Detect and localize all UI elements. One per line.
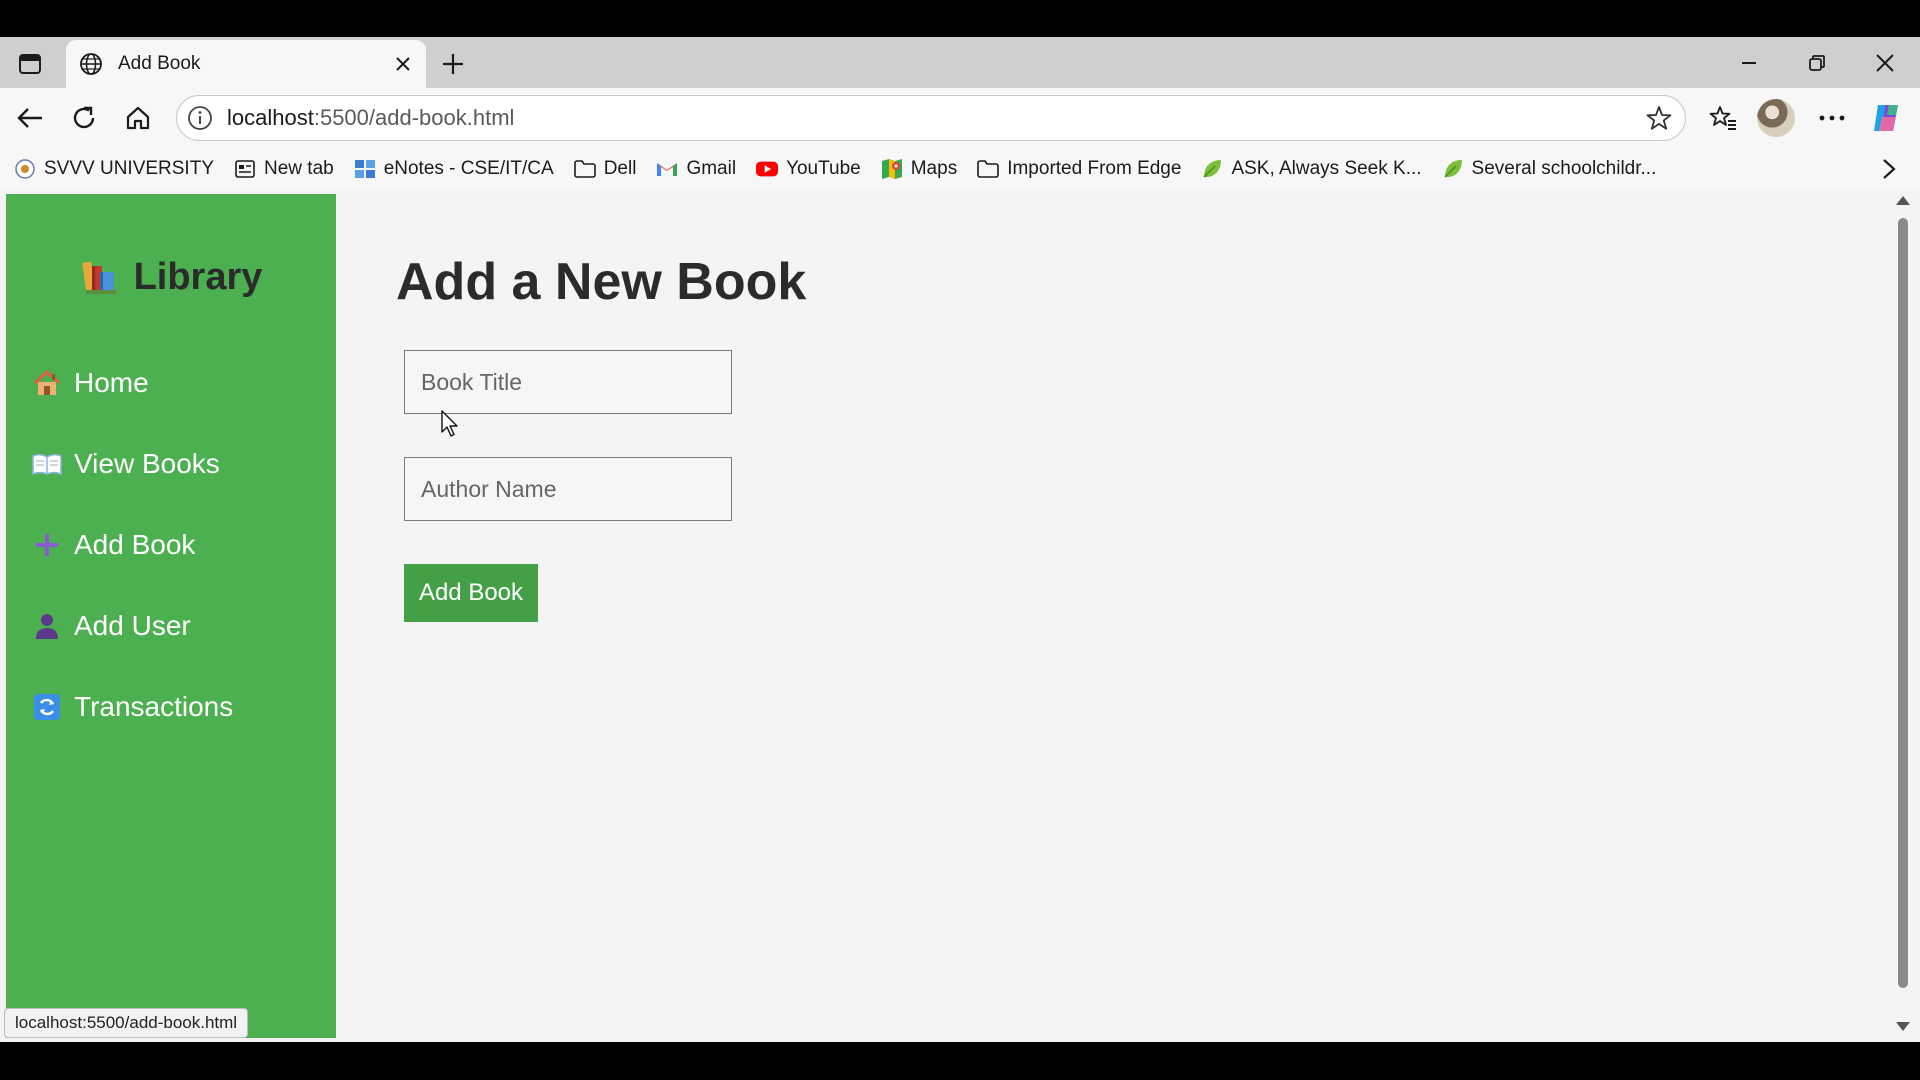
bookmark-gmail[interactable]: Gmail — [650, 152, 742, 186]
url-text[interactable]: localhost:5500/add-book.html — [227, 105, 1637, 131]
books-icon — [81, 260, 116, 294]
folder-icon — [573, 158, 596, 180]
back-arrow-icon — [17, 108, 42, 128]
author-name-input[interactable] — [404, 457, 732, 521]
favorites-button[interactable] — [1703, 98, 1743, 138]
link-status-bubble: localhost:5500/add-book.html — [4, 1008, 249, 1038]
reload-icon — [73, 106, 95, 129]
close-tab-icon[interactable] — [388, 49, 418, 79]
home-icon — [126, 106, 150, 130]
bookmark-ask[interactable]: ASK, Always Seek K... — [1195, 152, 1427, 186]
globe-icon — [78, 51, 104, 77]
leaf-icon — [1201, 158, 1223, 180]
favorites-icon — [1709, 106, 1736, 130]
sidebar: Library Home View Books Add Book Add Use — [6, 194, 336, 1038]
brand: Library — [6, 256, 336, 299]
minimize-icon — [1742, 62, 1756, 64]
bookmarks-more-button[interactable] — [1872, 152, 1906, 186]
url-host: localhost — [227, 105, 314, 130]
vertical-scrollbar[interactable] — [1892, 190, 1914, 1042]
copilot-button[interactable] — [1866, 98, 1906, 138]
nav-add-user-label: Add User — [74, 610, 191, 641]
house-icon — [32, 368, 62, 398]
page-title: Add a New Book — [396, 253, 807, 311]
tab-actions-icon — [19, 54, 41, 74]
plus-icon — [443, 54, 463, 74]
book-title-input[interactable] — [404, 350, 732, 414]
nav-view-books[interactable]: View Books — [32, 439, 322, 489]
home-button[interactable] — [118, 98, 158, 138]
copilot-icon — [1874, 105, 1898, 131]
add-book-button[interactable]: Add Book — [404, 564, 538, 622]
site-info-icon[interactable] — [181, 99, 219, 137]
maps-icon — [881, 158, 903, 180]
new-tab-button[interactable] — [436, 47, 470, 81]
restore-button[interactable] — [1790, 43, 1844, 83]
url-path: :5500/add-book.html — [313, 105, 515, 130]
bookmark-enotes[interactable]: eNotes - CSE/IT/CA — [348, 152, 560, 186]
bookmark-youtube[interactable]: YouTube — [750, 152, 867, 186]
refresh-button[interactable] — [64, 98, 104, 138]
active-tab[interactable]: Add Book — [66, 40, 426, 88]
close-icon — [1876, 54, 1894, 72]
ellipsis-icon — [1819, 115, 1845, 121]
mouse-cursor-icon — [441, 410, 458, 437]
nav-transactions[interactable]: Transactions — [32, 682, 322, 732]
university-icon — [14, 158, 36, 180]
favorite-star-icon[interactable] — [1637, 98, 1681, 138]
nav-transactions-label: Transactions — [74, 691, 234, 722]
page-viewport: Library Home View Books Add Book Add Use — [0, 190, 1920, 1042]
user-icon — [32, 611, 62, 641]
brand-name: Library — [133, 256, 263, 298]
folder-icon — [977, 158, 1000, 180]
tab-title: Add Book — [118, 53, 201, 74]
bookmarks-bar: SVVV UNIVERSITY New tab eNotes - CSE/IT/… — [0, 148, 1920, 190]
more-options-button[interactable] — [1812, 98, 1852, 138]
nav-add-user[interactable]: Add User — [32, 601, 322, 651]
back-button[interactable] — [10, 98, 50, 138]
close-window-button[interactable] — [1858, 43, 1912, 83]
bookmark-imported-from-edge[interactable]: Imported From Edge — [971, 152, 1187, 186]
restore-icon — [1809, 55, 1825, 71]
scroll-up-arrow-icon[interactable] — [1896, 196, 1910, 205]
scroll-down-arrow-icon[interactable] — [1896, 1022, 1910, 1031]
leaf-icon — [1442, 158, 1464, 180]
nav-add-book[interactable]: Add Book — [32, 520, 322, 570]
gmail-icon — [656, 158, 678, 180]
plus-icon — [32, 530, 62, 560]
bookmark-new-tab[interactable]: New tab — [228, 152, 340, 186]
profile-avatar[interactable] — [1757, 99, 1795, 137]
youtube-icon — [756, 158, 779, 180]
bookmark-dell[interactable]: Dell — [568, 152, 643, 186]
nav-view-books-label: View Books — [74, 448, 220, 479]
nav-add-book-label: Add Book — [74, 529, 196, 560]
bookmark-several-schoolchildren[interactable]: Several schoolchildr... — [1436, 152, 1663, 186]
nav-home[interactable]: Home — [32, 358, 322, 408]
browser-toolbar: localhost:5500/add-book.html — [0, 88, 1920, 148]
minimize-button[interactable] — [1722, 43, 1776, 83]
address-bar[interactable]: localhost:5500/add-book.html — [176, 95, 1686, 141]
enotes-icon — [354, 158, 376, 180]
tab-actions-button[interactable] — [14, 49, 46, 79]
bookmark-svvv[interactable]: SVVV UNIVERSITY — [8, 152, 220, 186]
chevron-right-icon — [1883, 159, 1896, 179]
scroll-thumb[interactable] — [1898, 218, 1908, 988]
tab-strip: Add Book — [0, 37, 1920, 88]
nav-home-label: Home — [74, 367, 149, 398]
newtab-icon — [234, 158, 256, 180]
refresh-icon — [32, 692, 62, 722]
screen-bottom-bar — [0, 1042, 1920, 1080]
bookmark-maps[interactable]: Maps — [875, 152, 963, 186]
screen-top-bar — [0, 0, 1920, 37]
open-book-icon — [32, 449, 62, 479]
